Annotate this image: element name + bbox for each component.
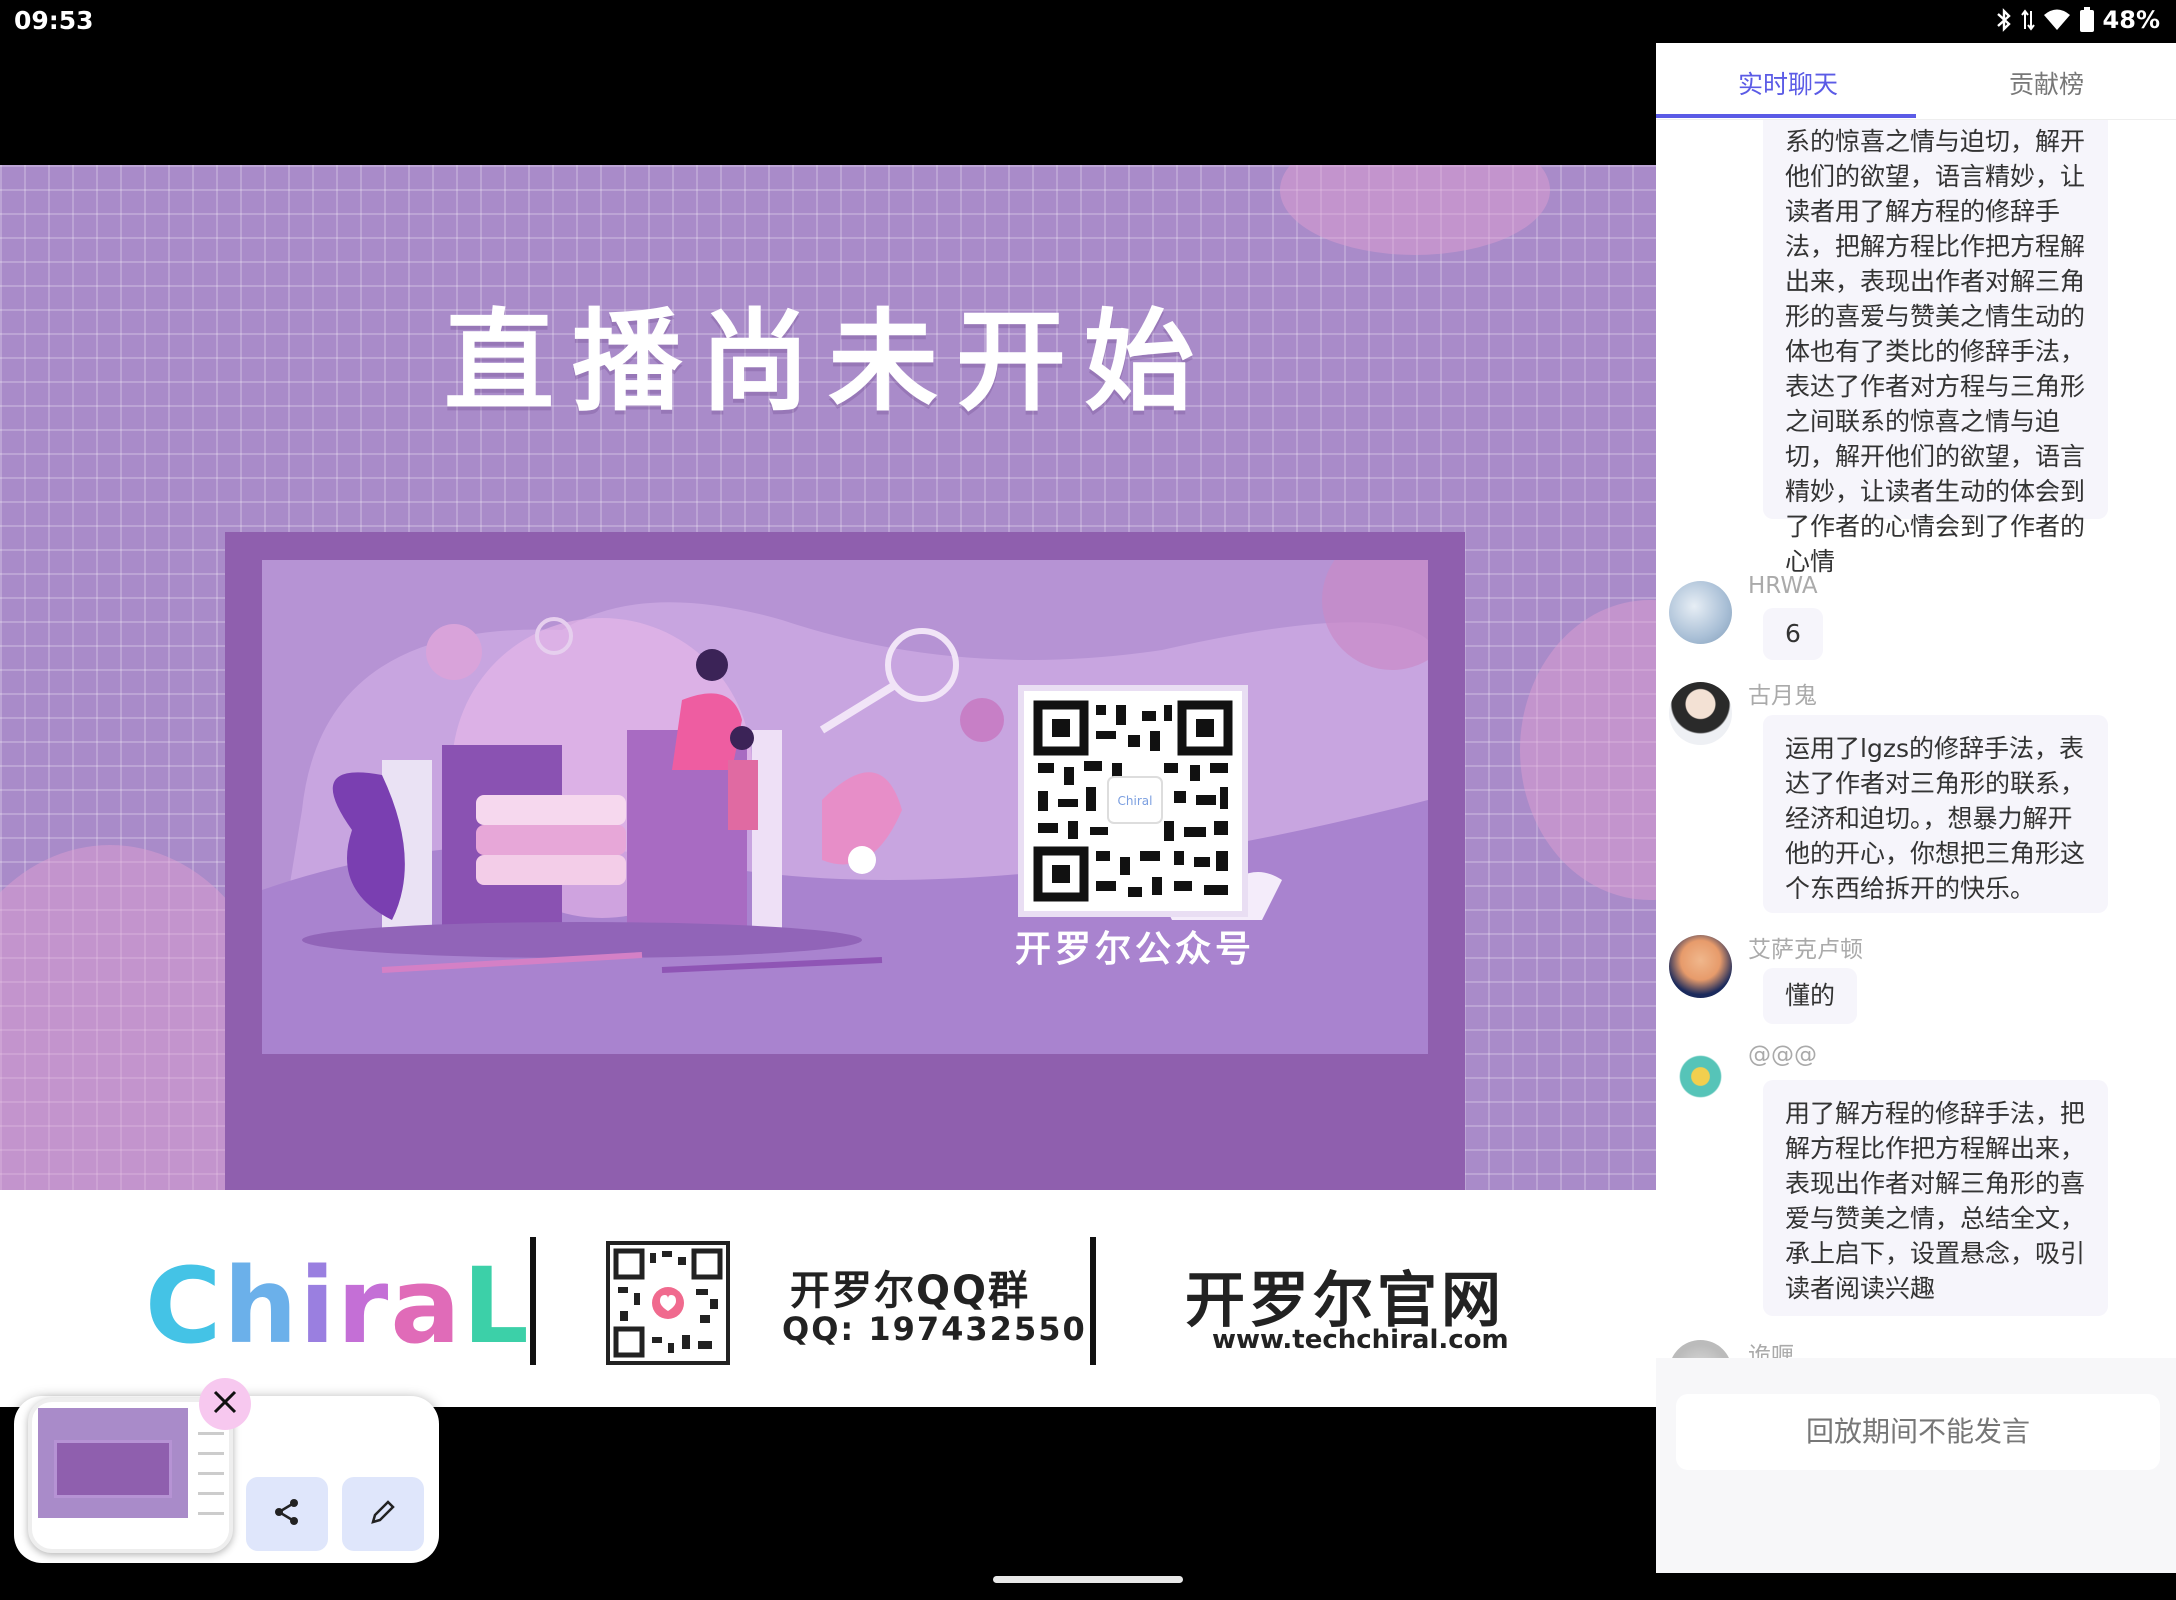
share-button[interactable] [246,1477,328,1551]
chat-message-bubble: 懂的 [1763,968,1858,1024]
thumb-frame [54,1440,172,1498]
chat-username: 古月鬼 [1748,683,1817,709]
tab-contribution-rank[interactable]: 贡献榜 [2009,65,2084,101]
footer-divider [530,1237,536,1365]
qq-group-number: QQ: 197432550 [782,1310,1087,1348]
avatar[interactable] [1669,682,1732,745]
share-icon [273,1498,301,1530]
edit-button[interactable] [342,1477,424,1551]
qr-center-logo: Chiral [1118,794,1153,808]
chat-message-text: 用了解方程的修辞手法，把解方程比作把方程解出来，表现出作者对解三角形的喜爱与赞美… [1785,1099,2086,1303]
qq-qr-code [606,1241,730,1365]
data-arrows-icon [2020,8,2035,32]
chat-message-bubble: 6 [1763,608,1823,660]
video-title: 直播尚未开始 [444,298,1212,426]
poster-illustration [262,560,1428,1054]
chat-input-disabled[interactable]: 回放期间不能发言 [1676,1394,2160,1470]
footer-divider [1090,1237,1096,1365]
status-icons: 48% [1995,6,2160,34]
chat-username: 艾萨克卢顿 [1748,937,1863,963]
chat-username: HRWA [1748,573,1818,599]
qq-group-title: 开罗尔QQ群 [790,1268,1031,1314]
wifi-icon [2043,8,2071,32]
close-icon [212,1389,238,1419]
screenshot-close-button[interactable] [199,1378,251,1430]
wechat-qr-code: Chiral [1018,685,1248,917]
poster-inner [262,560,1428,1054]
chat-message-bubble: 用了解方程的修辞手法，把解方程比作把方程解出来，表现出作者对解三角形的喜爱与赞美… [1763,1080,2108,1316]
status-time: 09:53 [14,6,94,35]
pencil-icon [369,1498,397,1530]
chat-message-bubble: 运用了lgzs的修辞手法，表达了作者对三角形的联系，经济和迫切。，想暴力解开他的… [1763,715,2108,913]
chat-message-text: 系的惊喜之情与迫切，解开他们的欲望，语言精妙，让读者用了解方程的修辞手法，把解方… [1785,127,2086,576]
screen: 09:53 48% 直播尚未开始 Chiral 开罗尔公众号 ChiraL 开罗… [0,0,2176,1600]
screenshot-thumbnail[interactable] [28,1398,233,1553]
bluetooth-icon [1995,8,2013,32]
gesture-nav-handle[interactable] [993,1576,1183,1583]
chat-message-list[interactable]: 系的惊喜之情与迫切，解开他们的欲望，语言精妙，让读者用了解方程的修辞手法，把解方… [1656,120,2176,1358]
battery-icon [2079,7,2095,33]
chat-message-text: 6 [1785,619,1801,648]
panel-tabs: 实时聊天 贡献榜 [1656,43,2176,120]
battery-percent: 48% [2102,6,2160,34]
avatar[interactable] [1669,935,1732,998]
chiral-logo: ChiraL [145,1245,531,1367]
wechat-qr-caption: 开罗尔公众号 [1014,929,1255,970]
official-site-url: www.techchiral.com [1212,1325,1509,1355]
chat-message-text: 懂的 [1785,981,1836,1010]
avatar[interactable] [1669,1045,1732,1108]
chat-message-bubble: 系的惊喜之情与迫切，解开他们的欲望，语言精妙，让读者用了解方程的修辞手法，把解方… [1763,120,2108,576]
chat-message-text: 运用了lgzs的修辞手法，表达了作者对三角形的联系，经济和迫切。，想暴力解开他的… [1785,734,2086,903]
active-tab-indicator [1656,114,1916,118]
chat-username: 诡喱 [1748,1343,1794,1358]
chat-panel: 实时聊天 贡献榜 系的惊喜之情与迫切，解开他们的欲望，语言精妙，让读者用了解方程… [1656,43,2176,1573]
chat-username: @@@ [1748,1042,1817,1068]
tab-live-chat[interactable]: 实时聊天 [1738,65,1838,101]
avatar[interactable] [1669,1340,1732,1358]
composer-area: 回放期间不能发言 [1656,1358,2176,1573]
avatar[interactable] [1669,581,1732,644]
